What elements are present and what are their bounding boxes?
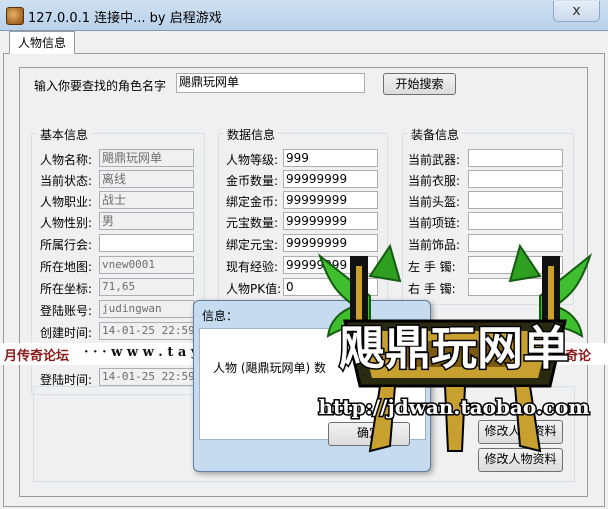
exp-field[interactable]: 99999999	[283, 256, 378, 274]
field-label: 当前项链:	[408, 216, 461, 230]
window-title: 127.0.0.1 连接中... by 启程游戏	[28, 11, 222, 26]
gold-field[interactable]: 99999999	[283, 170, 378, 188]
field-label: 人物PK值:	[226, 282, 282, 296]
dialog-ok-button[interactable]: 确定	[328, 422, 410, 446]
field-label: 当前状态:	[40, 174, 93, 188]
equip-title: 装备信息	[408, 126, 463, 143]
dialog-message: 人物 (飓鼎玩网单) 数	[213, 361, 326, 375]
weapon-field[interactable]	[468, 149, 563, 167]
ingot-field[interactable]: 99999999	[283, 212, 378, 230]
accessory-field[interactable]	[468, 234, 563, 252]
field-label: 左 手 镯:	[408, 260, 456, 274]
field-label: 当前头盔:	[408, 195, 461, 209]
right-bracelet-field[interactable]	[468, 278, 563, 296]
modify-items-button[interactable]: 修改人物资料	[478, 420, 563, 444]
field-label: 金币数量:	[226, 174, 279, 188]
field-label: 人物名称:	[40, 153, 93, 167]
app-icon	[6, 7, 24, 25]
field-label: 创建时间:	[40, 326, 93, 340]
watermark-right: 踏月传奇论	[526, 349, 592, 364]
guild-field[interactable]	[99, 234, 194, 252]
field-label: 绑定元宝:	[226, 238, 279, 252]
level-field[interactable]: 999	[283, 149, 378, 167]
info-dialog: 信息： 人物 (飓鼎玩网单) 数	[193, 300, 431, 472]
search-button[interactable]: 开始搜索	[383, 73, 456, 95]
necklace-field[interactable]	[468, 212, 563, 230]
watermark-left: 月传奇论坛	[4, 349, 70, 364]
stats-title: 数据信息	[224, 126, 279, 143]
search-label: 输入你要查找的角色名字	[34, 79, 167, 93]
field-label: 人物职业:	[40, 195, 93, 209]
coords-field[interactable]: 71,65	[99, 278, 194, 296]
field-label: 所在地图:	[40, 260, 93, 274]
field-label: 右 手 镯:	[408, 282, 456, 296]
field-label: 现有经验:	[226, 260, 279, 274]
left-bracelet-field[interactable]	[468, 256, 563, 274]
map-field[interactable]: vnew0001	[99, 256, 194, 274]
field-label: 绑定金币:	[226, 195, 279, 209]
name-field[interactable]: 飓鼎玩网单	[99, 149, 194, 167]
login-field[interactable]: 14-01-25 22:59	[99, 368, 194, 386]
field-label: 当前衣服:	[408, 174, 461, 188]
field-label: 人物性别:	[40, 216, 93, 230]
account-field[interactable]: judingwan	[99, 300, 194, 318]
field-label: 人物等级:	[226, 153, 279, 167]
search-input[interactable]: 飓鼎玩网单	[176, 73, 365, 93]
field-label: 元宝数量:	[226, 216, 279, 230]
field-label: 当前武器:	[408, 153, 461, 167]
helmet-field[interactable]	[468, 191, 563, 209]
pk-field[interactable]: 0	[283, 278, 378, 296]
armor-field[interactable]	[468, 170, 563, 188]
close-button[interactable]: x	[553, 1, 600, 22]
gender-field[interactable]: 男	[99, 212, 194, 230]
created-field[interactable]: 14-01-25 22:59	[99, 322, 194, 340]
bound-ingot-field[interactable]: 99999999	[283, 234, 378, 252]
field-label: 所在坐标:	[40, 282, 93, 296]
field-label: 所属行会:	[40, 238, 93, 252]
field-label: 登陆账号:	[40, 304, 93, 318]
status-field[interactable]: 离线	[99, 170, 194, 188]
dialog-title: 信息：	[202, 309, 239, 323]
tab-person-info[interactable]: 人物信息	[9, 31, 76, 54]
basic-info-title: 基本信息	[37, 126, 92, 143]
bound-gold-field[interactable]: 99999999	[283, 191, 378, 209]
modify-profile-button[interactable]: 修改人物资料	[478, 448, 563, 472]
class-field[interactable]: 战士	[99, 191, 194, 209]
field-label: 当前饰品:	[408, 238, 461, 252]
